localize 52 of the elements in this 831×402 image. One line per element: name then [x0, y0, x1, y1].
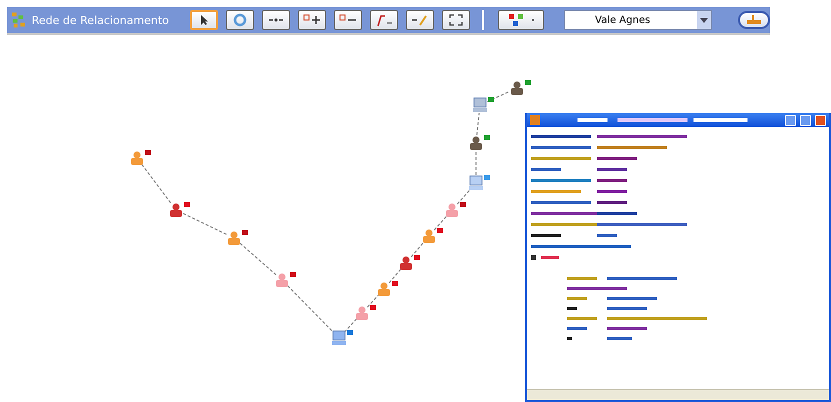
connector-line [182, 212, 228, 236]
path-icon [375, 13, 393, 27]
close-button[interactable] [815, 114, 826, 126]
fit-screen-icon [449, 14, 463, 26]
network-logo-icon [11, 11, 28, 29]
connector-line [410, 242, 424, 258]
connector-line [486, 90, 510, 102]
hand-button[interactable] [738, 11, 770, 29]
connector-line [344, 318, 358, 333]
agent-dropdown[interactable]: Vale Agnes [564, 10, 712, 30]
person-node-icon[interactable] [423, 230, 435, 243]
person-node-icon[interactable] [228, 232, 240, 245]
person-node-icon[interactable] [470, 136, 482, 150]
pointer-button[interactable] [190, 10, 218, 30]
person-node-icon[interactable] [131, 152, 143, 165]
cursor-icon [198, 14, 210, 26]
refresh-button[interactable] [226, 10, 254, 30]
person-node-icon[interactable] [170, 204, 182, 217]
computer-node-icon[interactable] [469, 176, 483, 190]
zoom-in-button[interactable] [298, 10, 326, 30]
zoom-out-button[interactable] [334, 10, 362, 30]
person-node-icon[interactable] [400, 256, 412, 270]
connector-line [476, 112, 480, 136]
nodes-icon [506, 13, 536, 27]
connector-line [141, 164, 172, 204]
connector-line [240, 242, 276, 276]
computer-node-icon[interactable] [473, 98, 487, 112]
dots-icon [268, 16, 284, 24]
maximize-button[interactable] [800, 114, 811, 126]
fit-screen-button[interactable] [442, 10, 470, 30]
person-node-icon[interactable] [276, 274, 288, 287]
connector-line [456, 188, 472, 205]
minimize-button[interactable] [785, 114, 796, 126]
connector-line [287, 285, 334, 333]
ring-icon [233, 13, 247, 27]
person-node-icon[interactable] [511, 82, 523, 95]
person-node-icon[interactable] [446, 204, 458, 217]
connector-line [366, 294, 380, 308]
connector-line [434, 216, 448, 230]
dropdown-caret-icon [700, 18, 708, 22]
add-node-icon [303, 14, 321, 26]
node-type-button[interactable] [498, 10, 544, 30]
computer-node-icon[interactable] [332, 330, 346, 345]
wand-button[interactable] [406, 10, 434, 30]
person-node-icon[interactable] [356, 306, 368, 320]
toolbar-title: Rede de Relacionamento [32, 14, 170, 26]
connector-line [388, 268, 402, 284]
wand-icon [411, 13, 429, 27]
path-button[interactable] [370, 10, 398, 30]
person-node-icon[interactable] [378, 282, 390, 296]
layout-button[interactable] [262, 10, 290, 30]
window-icon [530, 115, 540, 125]
